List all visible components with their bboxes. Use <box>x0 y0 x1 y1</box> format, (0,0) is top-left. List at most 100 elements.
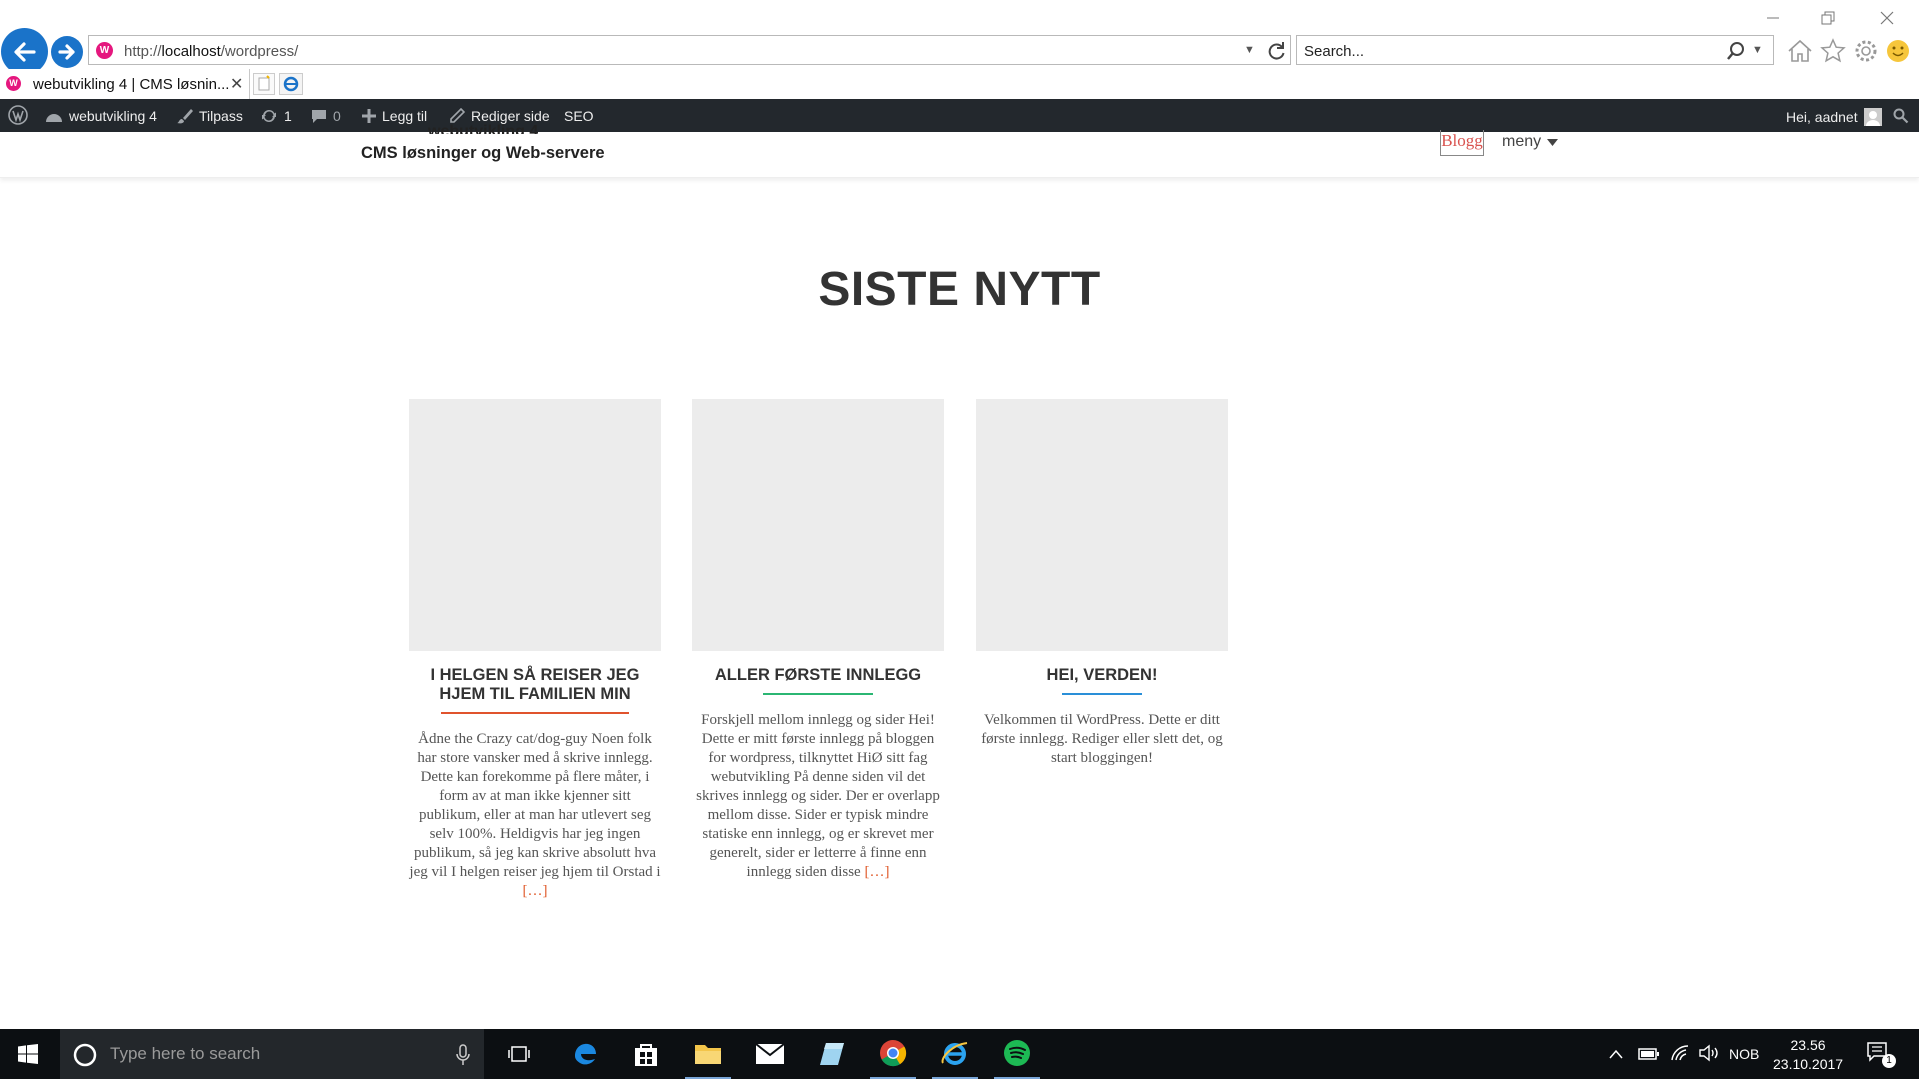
wp-admin-bar: webutvikling 4 Tilpass 1 0 Legg til Redi… <box>0 99 1919 132</box>
home-icon[interactable] <box>1786 38 1814 64</box>
site-favicon-icon: W <box>96 42 113 59</box>
admin-bar-comments[interactable]: 0 <box>311 108 341 124</box>
admin-bar-customize[interactable]: Tilpass <box>177 108 243 124</box>
site-header: webutvikling 4 CMS løsninger og Web-serv… <box>0 124 1919 178</box>
admin-bar-add-new[interactable]: Legg til <box>362 108 427 124</box>
store-bag-icon <box>635 1044 657 1066</box>
url-path: /wordpress/ <box>220 43 299 60</box>
wordpress-logo-icon[interactable] <box>8 105 28 125</box>
site-name-label: webutvikling 4 <box>69 108 157 124</box>
mail-envelope-icon <box>755 1043 785 1064</box>
taskbar-clock[interactable]: 23.56 23.10.2017 <box>1773 1036 1843 1074</box>
site-tagline: CMS løsninger og Web-servere <box>361 144 605 162</box>
admin-bar-seo[interactable]: SEO <box>564 108 594 124</box>
menu-item-meny[interactable]: meny <box>1502 133 1559 151</box>
admin-bar-site-name[interactable]: webutvikling 4 <box>45 108 157 124</box>
tab-close-icon[interactable]: ✕ <box>230 74 243 94</box>
start-button[interactable] <box>0 1029 56 1079</box>
tab-active[interactable]: W webutvikling 4 | CMS løsnin... ✕ <box>0 69 250 99</box>
address-dropdown-icon[interactable]: ▼ <box>1244 44 1255 56</box>
menu-meny-label: meny <box>1502 133 1542 150</box>
battery-icon[interactable] <box>1638 1047 1660 1061</box>
section-title: SISTE NYTT <box>818 263 1101 316</box>
clock-date: 23.10.2017 <box>1773 1056 1844 1072</box>
action-center-button[interactable]: 1 <box>1866 1041 1896 1069</box>
updates-count: 1 <box>284 108 292 124</box>
site-title[interactable]: webutvikling 4 <box>428 124 538 134</box>
taskbar-app-mail[interactable] <box>747 1029 793 1079</box>
folder-icon <box>695 1045 721 1064</box>
post-title[interactable]: HEI, VERDEN! <box>976 666 1228 685</box>
volume-icon[interactable] <box>1698 1044 1720 1062</box>
taskbar-app-edge[interactable] <box>562 1029 608 1079</box>
post-thumbnail[interactable] <box>692 399 944 651</box>
read-more-link[interactable]: […] <box>523 883 548 899</box>
post-thumbnail[interactable] <box>976 399 1228 651</box>
arrow-right-icon <box>58 44 75 60</box>
admin-bar-account[interactable]: Hei, aadnet <box>1786 108 1882 126</box>
pencil-icon <box>450 108 465 123</box>
tab-title: webutvikling 4 | CMS løsnin... <box>33 76 230 93</box>
url-scheme: http:// <box>124 43 162 60</box>
taskbar-search-placeholder: Type here to search <box>110 1044 261 1063</box>
window-close-icon[interactable] <box>1877 8 1897 28</box>
address-url[interactable]: http://localhost/wordpress/ <box>124 43 298 60</box>
browser-search-input[interactable] <box>1304 41 1704 61</box>
forward-button[interactable] <box>51 36 83 68</box>
comment-bubble-icon <box>312 110 326 123</box>
dashboard-gauge-icon <box>46 114 62 122</box>
read-more-link[interactable]: […] <box>864 864 889 880</box>
microphone-icon[interactable] <box>456 1044 470 1066</box>
post-excerpt-text: Forskjell mellom innlegg og sider Hei! D… <box>696 712 940 880</box>
back-button[interactable] <box>1 28 48 75</box>
wifi-icon[interactable] <box>1670 1044 1690 1062</box>
browser-search-box[interactable]: ▼ <box>1296 35 1774 65</box>
window-restore-icon[interactable] <box>1817 8 1837 28</box>
taskbar-app-internet-explorer[interactable] <box>932 1029 978 1079</box>
taskbar-app-store[interactable] <box>623 1029 669 1079</box>
taskbar-app-notes[interactable] <box>809 1029 855 1079</box>
search-dropdown-icon[interactable]: ▼ <box>1752 44 1763 56</box>
window-minimize-icon[interactable] <box>1763 8 1783 28</box>
plus-icon <box>362 109 376 123</box>
caret-down-icon <box>1547 138 1559 146</box>
greeting-label: Hei, aadnet <box>1786 109 1858 125</box>
post-excerpt: Velkommen til WordPress. Dette er ditt f… <box>976 711 1228 768</box>
taskbar-app-spotify[interactable] <box>994 1029 1040 1079</box>
admin-bar-updates[interactable]: 1 <box>260 108 292 124</box>
taskbar-search-box[interactable]: Type here to search <box>60 1029 484 1079</box>
new-tab-button[interactable] <box>253 73 275 95</box>
task-view-icon <box>508 1046 530 1062</box>
tab-strip: W webutvikling 4 | CMS løsnin... ✕ <box>0 69 1919 99</box>
chevron-up-icon[interactable] <box>1609 1049 1623 1059</box>
ie-quick-tab-button[interactable] <box>279 73 303 95</box>
taskbar-app-chrome[interactable] <box>870 1029 916 1079</box>
internet-explorer-icon <box>941 1042 968 1065</box>
windows-logo-icon <box>18 1044 38 1064</box>
favorites-star-icon[interactable] <box>1820 38 1846 64</box>
menu-item-blogg[interactable]: Blogg <box>1440 130 1484 156</box>
language-indicator[interactable]: NOB <box>1729 1046 1759 1062</box>
post-title[interactable]: I HELGEN SÅ REISER JEG HJEM TIL FAMILIEN… <box>409 666 661 704</box>
post-title-underline <box>441 712 629 714</box>
admin-bar-search[interactable] <box>1893 108 1909 124</box>
updates-refresh-icon <box>262 109 276 123</box>
spotify-icon <box>1004 1040 1030 1066</box>
settings-gear-icon[interactable] <box>1853 38 1879 64</box>
search-icon[interactable] <box>1725 40 1747 62</box>
refresh-icon[interactable] <box>1265 40 1287 62</box>
post-thumbnail[interactable] <box>409 399 661 651</box>
post-card: I HELGEN SÅ REISER JEG HJEM TIL FAMILIEN… <box>409 399 661 901</box>
smiley-feedback-icon[interactable] <box>1885 38 1911 64</box>
post-card: HEI, VERDEN! Velkommen til WordPress. De… <box>976 399 1228 768</box>
post-title[interactable]: ALLER FØRSTE INNLEGG <box>692 666 944 685</box>
admin-bar-edit-page[interactable]: Rediger side <box>449 108 550 124</box>
clock-time: 23.56 <box>1790 1037 1826 1053</box>
search-icon <box>1893 108 1909 124</box>
seo-label: SEO <box>564 108 594 124</box>
task-view-button[interactable] <box>496 1029 542 1079</box>
edge-browser-icon <box>575 1043 596 1065</box>
taskbar-app-file-explorer[interactable] <box>685 1029 731 1079</box>
post-excerpt-text: Velkommen til WordPress. Dette er ditt f… <box>981 712 1223 766</box>
address-bar[interactable]: W http://localhost/wordpress/ ▼ <box>88 35 1291 65</box>
